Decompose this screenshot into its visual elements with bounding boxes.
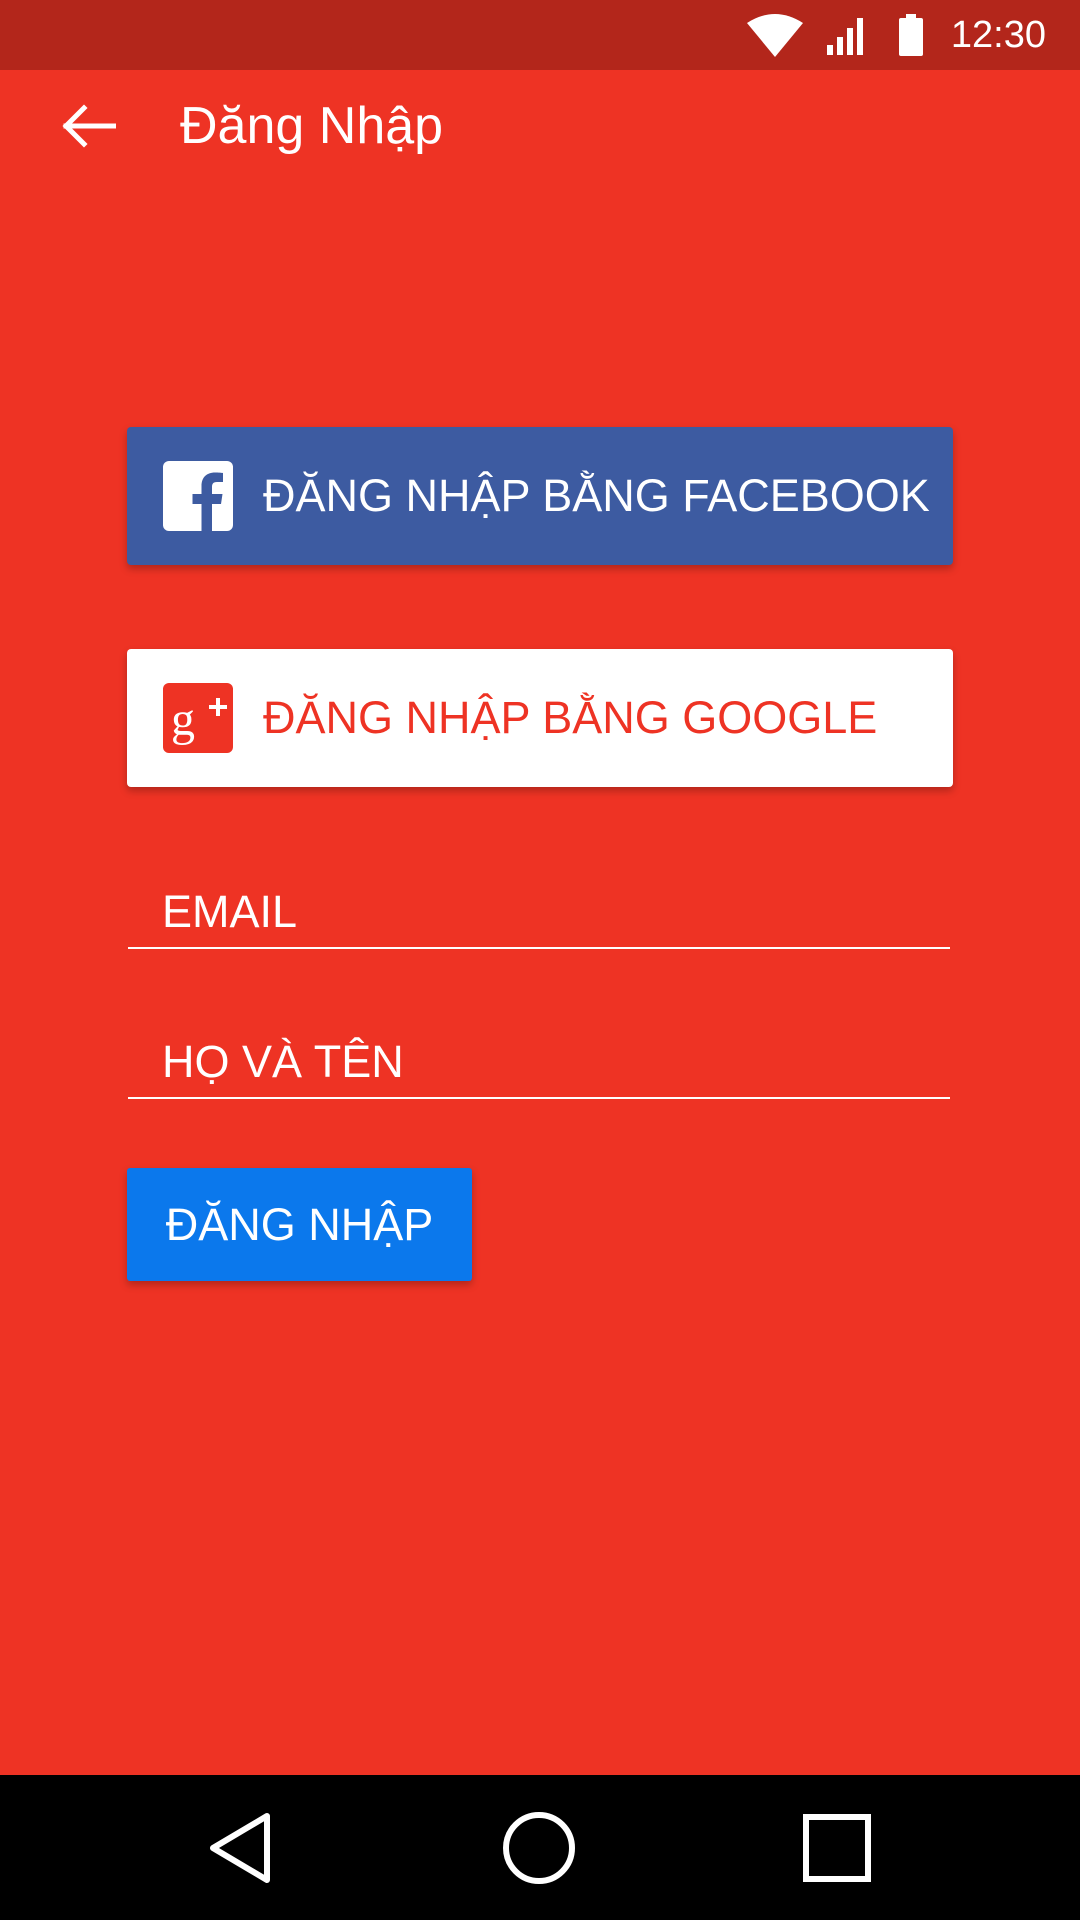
status-time: 12:30 bbox=[950, 13, 1046, 56]
back-button[interactable] bbox=[50, 98, 126, 158]
battery-icon bbox=[898, 14, 923, 56]
page-title: Đăng Nhập bbox=[180, 97, 444, 155]
navigation-bar bbox=[0, 1775, 1080, 1920]
nav-home-icon bbox=[501, 1810, 577, 1891]
login-button[interactable]: ĐĂNG NHẬP bbox=[127, 1168, 472, 1281]
google-login-button[interactable]: g ĐĂNG NHẬP BẰNG GOOGLE bbox=[127, 649, 953, 787]
nav-recents-button[interactable] bbox=[792, 1805, 882, 1895]
signal-icon bbox=[825, 15, 869, 55]
google-login-label: ĐĂNG NHẬP BẰNG GOOGLE bbox=[263, 692, 878, 743]
email-input[interactable] bbox=[162, 877, 922, 947]
nav-recents-icon bbox=[802, 1813, 872, 1888]
full-name-input[interactable] bbox=[162, 1027, 922, 1097]
google-plus-icon: g bbox=[163, 683, 233, 753]
name-field bbox=[128, 1027, 950, 1099]
status-icons: 12:30 bbox=[746, 0, 1080, 70]
nav-home-button[interactable] bbox=[494, 1805, 584, 1895]
facebook-icon bbox=[163, 461, 233, 531]
wifi-icon bbox=[746, 13, 803, 57]
facebook-login-label: ĐĂNG NHẬP BẰNG FACEBOOK bbox=[263, 470, 930, 521]
nav-back-button[interactable] bbox=[195, 1805, 285, 1895]
email-field bbox=[128, 877, 950, 949]
status-bar: 12:30 bbox=[0, 0, 1080, 70]
app-bar: Đăng Nhập bbox=[0, 70, 1080, 185]
svg-text:g: g bbox=[171, 693, 195, 746]
nav-back-icon bbox=[205, 1810, 275, 1891]
facebook-login-button[interactable]: ĐĂNG NHẬP BẰNG FACEBOOK bbox=[127, 427, 953, 565]
arrow-left-icon bbox=[60, 103, 117, 153]
